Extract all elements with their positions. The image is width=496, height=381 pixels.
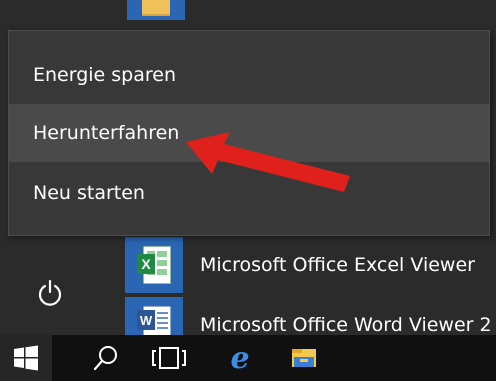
power-button[interactable] <box>25 268 75 318</box>
edge-icon: e <box>230 343 249 373</box>
menu-item-sleep-label: Energie sparen <box>33 64 177 86</box>
menu-item-shutdown[interactable]: Herunterfahren <box>9 104 489 162</box>
app-label-excel-viewer: Microsoft Office Excel Viewer <box>200 254 475 276</box>
top-app-tile[interactable] <box>127 0 185 20</box>
start-menu: X Microsoft Office Excel Viewer W Micros… <box>0 0 496 335</box>
svg-text:W: W <box>140 313 153 328</box>
menu-item-sleep[interactable]: Energie sparen <box>9 46 489 104</box>
app-word-viewer[interactable]: W Microsoft Office Word Viewer 2 <box>125 297 496 335</box>
app-excel-viewer[interactable]: X Microsoft Office Excel Viewer <box>125 237 496 293</box>
file-explorer-icon <box>292 349 316 367</box>
folder-icon <box>142 0 170 16</box>
app-label-word-viewer: Microsoft Office Word Viewer 2 <box>200 314 492 335</box>
power-icon <box>38 279 62 306</box>
svg-text:X: X <box>141 256 151 272</box>
windows-start-icon <box>14 345 38 371</box>
power-options-menu: Energie sparen Herunterfahren Neu starte… <box>8 30 490 236</box>
word-icon: W <box>125 297 183 335</box>
task-view-button[interactable] <box>143 335 195 381</box>
menu-item-restart-label: Neu starten <box>33 182 145 204</box>
start-button[interactable] <box>0 335 52 381</box>
edge-button[interactable]: e <box>214 335 266 381</box>
taskbar: e <box>0 335 496 381</box>
file-explorer-button[interactable] <box>278 335 330 381</box>
search-icon <box>93 346 117 371</box>
search-button[interactable] <box>80 335 132 381</box>
svg-text:e: e <box>230 343 249 373</box>
menu-item-shutdown-label: Herunterfahren <box>33 122 180 144</box>
excel-icon: X <box>125 237 183 293</box>
task-view-icon <box>152 347 186 369</box>
menu-item-restart[interactable]: Neu starten <box>9 164 489 222</box>
